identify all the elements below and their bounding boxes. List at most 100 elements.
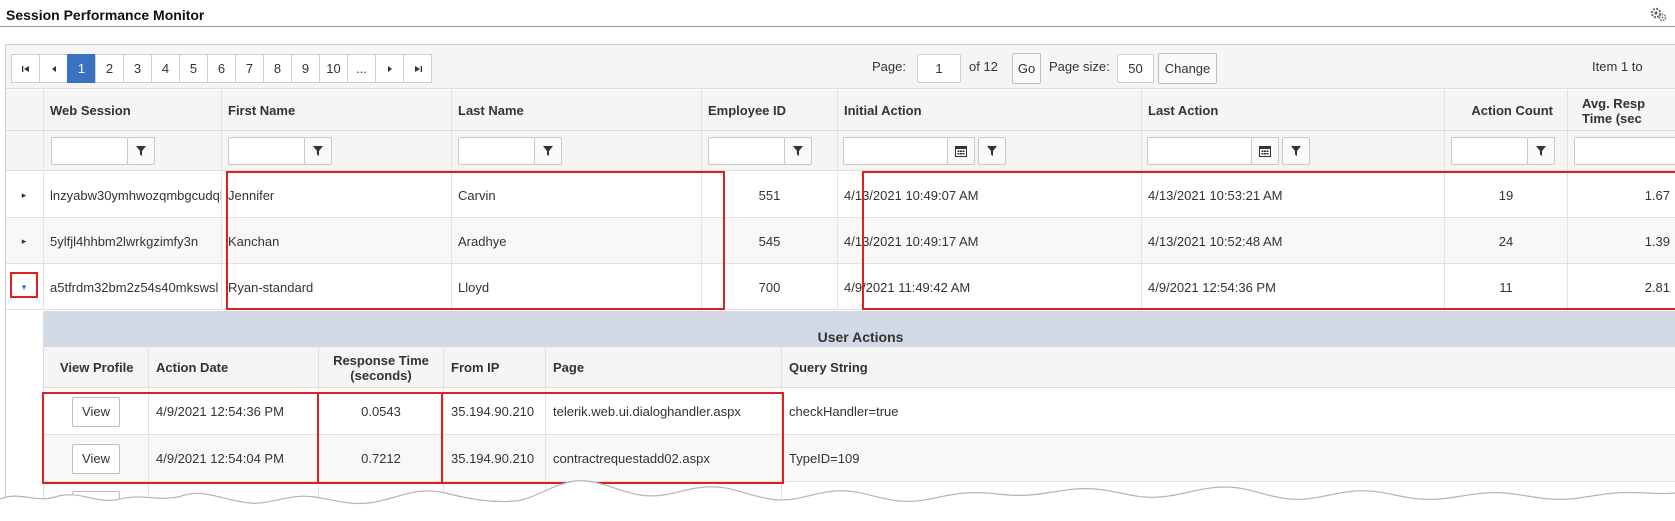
page-button-more[interactable]: ... — [347, 54, 376, 83]
cell-view-profile: View — [44, 388, 148, 435]
calendar-icon — [955, 146, 967, 157]
cell-avg-response: 2.81 — [1567, 264, 1675, 310]
cell-employee-id: 700 — [701, 264, 837, 310]
session-grid: 1 2 3 4 5 6 7 8 9 10 ... Page: 1 of 12 G… — [5, 44, 1675, 521]
filter-icon — [313, 146, 323, 156]
filter-button-action-count[interactable] — [1527, 137, 1555, 165]
go-button[interactable]: Go — [1012, 53, 1041, 84]
filter-button-employee-id[interactable] — [784, 137, 812, 165]
column-header-initial-action[interactable]: Initial Action — [837, 90, 1141, 131]
prev-page-button[interactable] — [39, 54, 68, 83]
view-profile-button[interactable]: View — [72, 443, 120, 474]
page-button-8[interactable]: 8 — [263, 54, 292, 83]
last-page-button[interactable] — [403, 54, 432, 83]
page-button-9[interactable]: 9 — [291, 54, 320, 83]
cell-last-name: Aradhye — [451, 218, 701, 264]
page-number-input[interactable]: 1 — [917, 54, 961, 83]
first-page-button[interactable] — [11, 54, 40, 83]
filter-input-first-name[interactable] — [228, 137, 305, 165]
table-row[interactable]: ▸ lnzyabw30ymhwozqmbgcudqk Jennifer Carv… — [6, 172, 1675, 218]
cell-action-count: 11 — [1444, 264, 1567, 310]
collapse-arrow-icon: ▾ — [21, 281, 27, 292]
page-size-label: Page size: — [1049, 59, 1110, 74]
cell-first-name: Ryan-standard — [221, 264, 451, 310]
cell-employee-id: 545 — [701, 218, 837, 264]
filter-button-initial-action[interactable] — [978, 137, 1006, 165]
column-header-page[interactable]: Page — [545, 347, 781, 388]
filter-input-last-action[interactable] — [1147, 137, 1252, 165]
expand-row-button[interactable]: ▸ — [6, 218, 42, 264]
grid-header: Web Session First Name Last Name Employe… — [6, 90, 1675, 131]
last-page-icon — [414, 65, 422, 72]
page-button-6[interactable]: 6 — [207, 54, 236, 83]
date-picker-button-last-action[interactable] — [1251, 137, 1279, 165]
cell-query-string: checkHandler=true — [781, 388, 1675, 435]
column-header-view-profile[interactable]: View Profile — [44, 347, 148, 388]
filter-input-action-count[interactable] — [1451, 137, 1528, 165]
pager: 1 2 3 4 5 6 7 8 9 10 ... Page: 1 of 12 G… — [6, 45, 1675, 89]
filter-cell-avg-response — [1567, 131, 1675, 171]
column-header-response-time[interactable]: Response Time (seconds) — [318, 347, 443, 388]
expand-row-button[interactable]: ▸ — [6, 172, 42, 218]
cell-last-action: 4/9/2021 12:54:36 PM — [1141, 264, 1444, 310]
date-picker-button-initial-action[interactable] — [947, 137, 975, 165]
filter-icon — [987, 146, 997, 156]
column-header-last-name[interactable]: Last Name — [451, 90, 701, 131]
page-button-3[interactable]: 3 — [123, 54, 152, 83]
filter-icon — [1291, 146, 1301, 156]
column-header-last-action[interactable]: Last Action — [1141, 90, 1444, 131]
filter-button-first-name[interactable] — [304, 137, 332, 165]
table-row[interactable]: ▸ 5ylfjl4hhbm2lwrkgzimfy3n Kanchan Aradh… — [6, 218, 1675, 264]
gear-icon[interactable] — [1649, 6, 1667, 22]
filter-input-initial-action[interactable] — [843, 137, 948, 165]
list-item: View 4/9/2021 12:54:36 PM 0.0543 35.194.… — [44, 388, 1675, 435]
column-header-action-date[interactable]: Action Date — [148, 347, 318, 388]
page-button-2[interactable]: 2 — [95, 54, 124, 83]
next-page-button[interactable] — [375, 54, 404, 83]
torn-edge-decoration — [0, 480, 1675, 521]
item-range-info: Item 1 to — [1592, 59, 1643, 74]
column-header-action-count[interactable]: Action Count — [1444, 90, 1567, 131]
filter-cell-initial-action — [837, 131, 1141, 171]
table-row[interactable]: ▾ a5tfrdm32bm2z54s40mkswsl Ryan-standard… — [6, 264, 1675, 310]
filter-input-web-session[interactable] — [51, 137, 128, 165]
column-header-query-string[interactable]: Query String — [781, 347, 1675, 388]
column-header-from-ip[interactable]: From IP — [443, 347, 545, 388]
filter-button-last-name[interactable] — [534, 137, 562, 165]
filter-button-web-session[interactable] — [127, 137, 155, 165]
first-page-icon — [21, 65, 29, 72]
change-button[interactable]: Change — [1158, 53, 1217, 84]
filter-cell-first-name — [221, 131, 451, 171]
page-button-5[interactable]: 5 — [179, 54, 208, 83]
cell-web-session: 5ylfjl4hhbm2lwrkgzimfy3n — [43, 218, 221, 264]
expand-arrow-icon: ▸ — [21, 235, 27, 246]
page-size-input[interactable]: 50 — [1117, 54, 1154, 83]
filter-input-last-name[interactable] — [458, 137, 535, 165]
window-title: Session Performance Monitor — [6, 7, 205, 23]
filter-row — [6, 131, 1675, 171]
column-header-web-session[interactable]: Web Session — [43, 90, 221, 131]
cell-avg-response: 1.67 — [1567, 172, 1675, 218]
column-header-avg-response[interactable]: Avg. Resp Time (sec — [1567, 90, 1675, 131]
filter-cell-last-name — [451, 131, 701, 171]
view-profile-button[interactable]: View — [72, 396, 120, 427]
user-actions-caption: User Actions — [44, 311, 1675, 347]
filter-cell-employee-id — [701, 131, 837, 171]
cell-first-name: Jennifer — [221, 172, 451, 218]
page-button-7[interactable]: 7 — [235, 54, 264, 83]
cell-web-session: a5tfrdm32bm2z54s40mkswsl — [43, 264, 221, 310]
filter-button-last-action[interactable] — [1282, 137, 1310, 165]
cell-last-name: Carvin — [451, 172, 701, 218]
cell-initial-action: 4/13/2021 10:49:07 AM — [837, 172, 1141, 218]
column-header-employee-id[interactable]: Employee ID — [701, 90, 837, 131]
column-header-first-name[interactable]: First Name — [221, 90, 451, 131]
filter-input-avg-response[interactable] — [1574, 137, 1675, 165]
page-button-4[interactable]: 4 — [151, 54, 180, 83]
page-button-10[interactable]: 10 — [319, 54, 348, 83]
filter-cell-action-count — [1444, 131, 1567, 171]
cell-employee-id: 551 — [701, 172, 837, 218]
page-button-1[interactable]: 1 — [67, 54, 96, 83]
collapse-row-button[interactable]: ▾ — [6, 264, 42, 310]
filter-input-employee-id[interactable] — [708, 137, 785, 165]
page-label: Page: — [872, 59, 906, 74]
